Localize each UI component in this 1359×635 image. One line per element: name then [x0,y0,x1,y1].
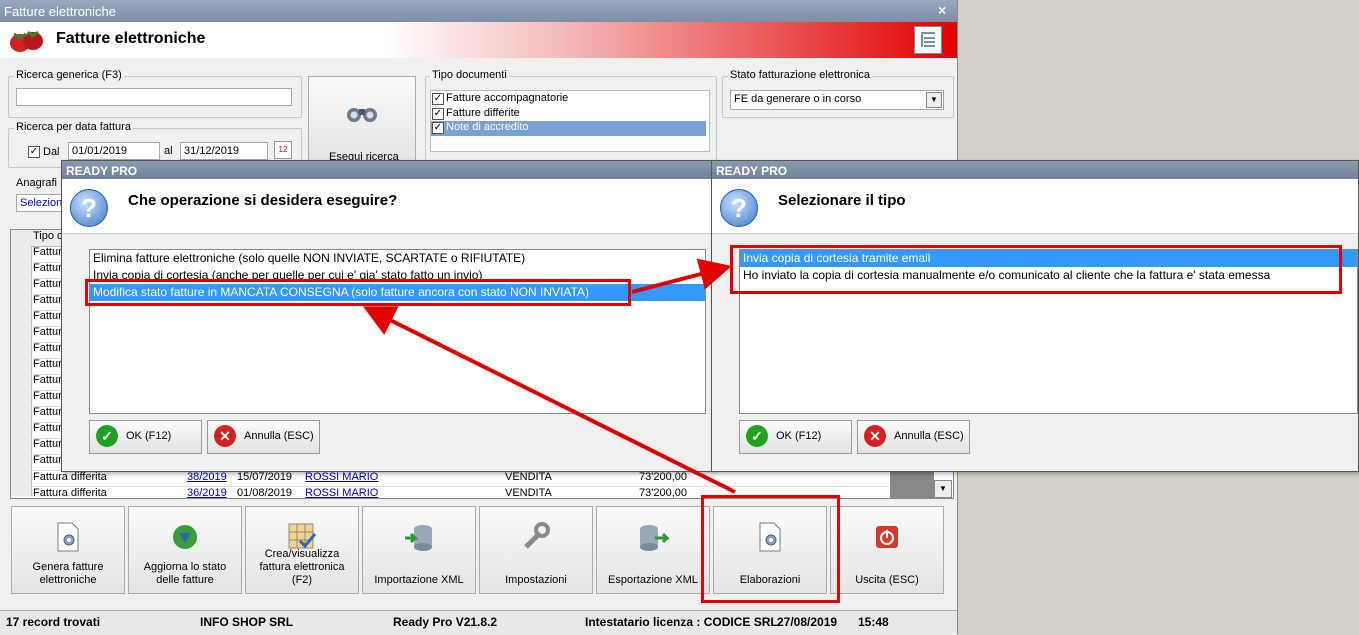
strawberry-icon [10,30,43,52]
dialog-title: READY PRO [62,161,712,179]
status-company: INFO SHOP SRL [200,615,294,629]
al-label: al [164,145,173,157]
document-type-label: Tipo documenti [430,69,509,81]
dialog-question: Selezionare il tipo [778,192,906,209]
toolbar-button-label: Impostazioni [505,574,567,586]
anagrafica-label: Anagrafi [14,177,59,189]
scroll-down-icon[interactable]: ▼ [934,480,952,498]
document-gear-icon [52,521,84,553]
dal-label: Dal [43,146,60,158]
impostazioni-button[interactable]: Impostazioni [479,506,593,594]
date-search-label: Ricerca per data fattura [14,121,133,133]
esportazione-xml-button[interactable]: Esportazione XML [596,506,710,594]
status-version: Ready Pro V21.8.2 [393,615,498,629]
calendar-icon[interactable]: 12 [274,141,292,159]
toolbar-button-label: Uscita (ESC) [855,574,919,586]
toolbar-button-label: Esportazione XML [608,574,698,586]
anagrafica-input[interactable]: Selezion [16,194,62,212]
dialog-question: Che operazione si desidera eseguire? [128,192,398,209]
table-row[interactable]: Fattura differita 38/2019 15/07/2019 ROS… [31,470,951,487]
aggiorna-lo-stato-delle-fatture-button[interactable]: Aggiorna lo stato delle fatture [128,506,242,594]
question-icon: ? [70,189,108,227]
status-records: 17 record trovati [6,615,101,629]
dal-checkbox[interactable]: ✓ [28,146,40,158]
close-icon[interactable]: × [938,2,946,18]
window-title: Fatture elettroniche [4,4,117,19]
ok-button[interactable]: ✓ OK (F12) [739,420,852,454]
crea-visualizza-fattura-elettronica-f2-button[interactable]: Crea/visualizza fattura elettronica (F2) [245,506,359,594]
type-dialog: READY PRO ? Selezionare il tipo Invia co… [711,160,1359,472]
search-button[interactable]: Esegui ricerca [308,76,416,163]
status-time: 15:48 [858,615,889,629]
binoculars-icon [347,108,377,122]
dialog-title: READY PRO [712,161,1358,179]
title-bar: Fatture elettroniche × [0,0,957,22]
cancel-icon: ✕ [864,425,886,447]
check-icon: ✓ [746,425,768,447]
operation-list: Elimina fatture elettroniche (solo quell… [89,249,706,414]
list-item[interactable]: Elimina fatture elettroniche (solo quell… [90,250,705,267]
importazione-xml-button[interactable]: Importazione XML [362,506,476,594]
grid-filler [890,468,934,498]
annotation-box [85,279,631,306]
chevron-down-icon[interactable]: ▼ [926,92,942,108]
power-icon [871,521,903,553]
toolbar-button-label: Crea/visualizza fattura elettronica (F2) [259,548,345,586]
database-import-icon [403,521,435,553]
status-bar: 17 record trovati INFO SHOP SRL Ready Pr… [0,610,957,635]
generic-search-input[interactable] [16,88,292,106]
dal-date-input[interactable]: 01/01/2019 [68,142,160,160]
wrench-icon [520,521,552,553]
fe-status-value: FE da generare o in corso [734,93,862,105]
toolbar-button-label: Importazione XML [374,574,464,586]
cancel-button[interactable]: ✕ Annulla (ESC) [207,420,320,454]
fe-status-select[interactable]: FE da generare o in corso ▼ [730,90,944,110]
fe-status-label: Stato fatturazione elettronica [728,69,873,81]
generic-search-label: Ricerca generica (F3) [14,69,124,81]
row-selector-column [11,230,32,496]
toolbar-button-label: Aggiorna lo stato delle fatture [143,561,227,586]
dialog-header: ? Selezionare il tipo [712,179,1358,234]
toolbar-button-label: Genera fatture elettroniche [32,561,104,586]
header-banner: Fatture elettroniche [0,22,957,58]
database-export-icon [637,521,671,553]
globe-arrow-icon [169,521,201,553]
annotation-box [730,245,1342,294]
annotation-box [701,495,840,603]
doc-type-item-selected[interactable]: ✓ Note di accredito [431,121,706,136]
status-date: 27/08/2019 [777,615,838,629]
question-icon: ? [720,189,758,227]
dialog-header: ? Che operazione si desidera eseguire? [62,179,712,234]
header-title: Fatture elettroniche [56,30,206,47]
al-date-input[interactable]: 31/12/2019 [180,142,268,160]
operation-dialog: READY PRO ? Che operazione si desidera e… [61,160,713,472]
ok-button[interactable]: ✓ OK (F12) [89,420,202,454]
tree-view-icon[interactable] [914,26,942,54]
cancel-icon: ✕ [214,425,236,447]
check-icon: ✓ [96,425,118,447]
status-license: Intestatario licenza : CODICE SRL [585,615,778,629]
uscita-esc-button[interactable]: Uscita (ESC) [830,506,944,594]
genera-fatture-elettroniche-button[interactable]: Genera fatture elettroniche [11,506,125,594]
cancel-button[interactable]: ✕ Annulla (ESC) [857,420,970,454]
